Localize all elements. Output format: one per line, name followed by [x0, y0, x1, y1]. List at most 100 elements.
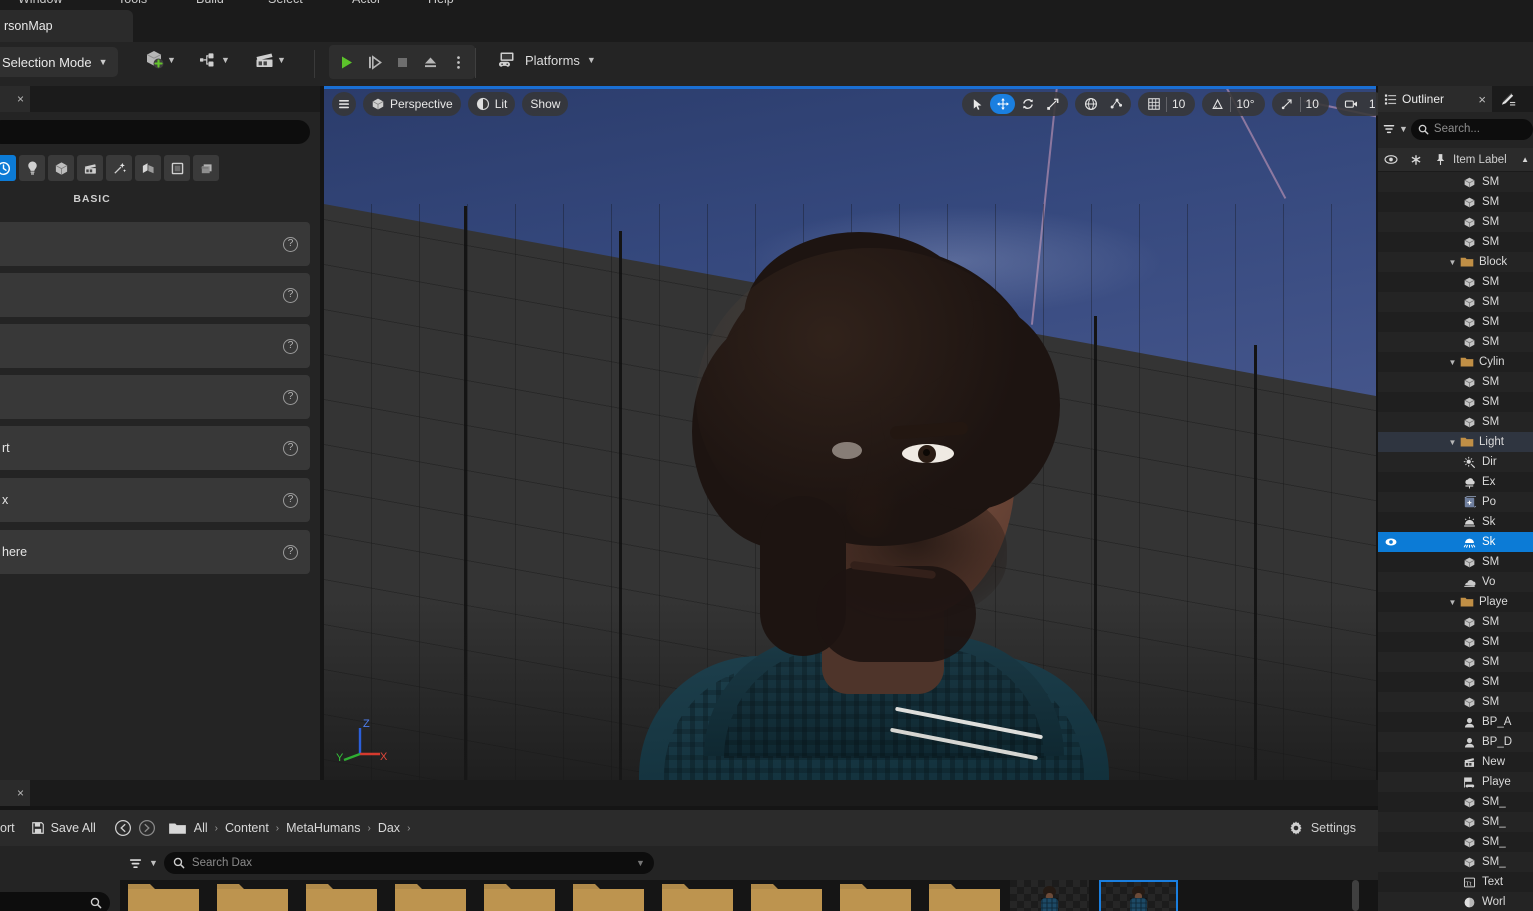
menu-item-tools[interactable]: Tools	[118, 0, 147, 6]
outliner-row[interactable]: Sk	[1378, 532, 1533, 552]
platforms-dropdown[interactable]: Platforms ▼	[494, 48, 596, 72]
outliner-row[interactable]: SM_	[1378, 852, 1533, 872]
outliner-row[interactable]: BP_A	[1378, 712, 1533, 732]
close-icon[interactable]: ×	[17, 786, 24, 800]
outliner-row[interactable]: ▼ Playe	[1378, 592, 1533, 612]
hamburger-icon[interactable]	[332, 92, 356, 116]
menu-item-actor[interactable]: Actor	[352, 0, 381, 6]
outliner-row[interactable]: BP_D	[1378, 732, 1533, 752]
breadcrumb-metahumans[interactable]: MetaHumans	[279, 821, 367, 835]
outliner-row[interactable]: SM	[1378, 212, 1533, 232]
scale-snap-value[interactable]: 10	[1301, 97, 1326, 111]
folder-thumbnail[interactable]	[921, 880, 1000, 911]
visibility-column-icon[interactable]	[1378, 154, 1403, 165]
metahuman-asset-thumbnail[interactable]	[1099, 880, 1178, 911]
scale-snap-icon[interactable]	[1275, 94, 1300, 114]
folder-thumbnail[interactable]	[387, 880, 466, 911]
outliner-row[interactable]: SM	[1378, 232, 1533, 252]
recently-placed-icon[interactable]	[0, 155, 16, 181]
filter-icon[interactable]	[1382, 122, 1396, 136]
volumes-icon[interactable]	[164, 155, 190, 181]
place-item-5[interactable]: x ?	[0, 478, 310, 522]
outliner-row[interactable]: ▼ Cylin	[1378, 352, 1533, 372]
view-mode-dropdown[interactable]: Lit	[467, 92, 516, 116]
filter-icon[interactable]	[128, 856, 143, 871]
outliner-row[interactable]: SM	[1378, 272, 1533, 292]
menu-item-select[interactable]: Select	[268, 0, 303, 6]
play-more-options-button[interactable]	[445, 48, 471, 76]
close-icon[interactable]: ×	[17, 92, 24, 106]
forward-button[interactable]	[138, 819, 156, 837]
breadcrumb-dax[interactable]: Dax	[371, 821, 407, 835]
outliner-search-input[interactable]: Search...	[1410, 118, 1533, 140]
grid-snap-value[interactable]: 10	[1167, 97, 1192, 111]
menu-item-help[interactable]: Help	[428, 0, 454, 6]
outliner-row[interactable]: SM	[1378, 692, 1533, 712]
outliner-row[interactable]: SM	[1378, 292, 1533, 312]
angle-snap-value[interactable]: 10°	[1231, 97, 1261, 111]
outliner-row[interactable]: SM	[1378, 412, 1533, 432]
menu-item-build[interactable]: Build	[196, 0, 224, 6]
outliner-row[interactable]: SM	[1378, 332, 1533, 352]
tab-details[interactable]	[1494, 86, 1533, 112]
outliner-row[interactable]: SM	[1378, 392, 1533, 412]
metahuman-asset-thumbnail[interactable]	[1010, 880, 1089, 911]
outliner-row[interactable]: ▼ Block	[1378, 252, 1533, 272]
lights-icon[interactable]	[19, 155, 45, 181]
help-icon[interactable]: ?	[283, 492, 298, 508]
chevron-down-icon[interactable]: ▼	[636, 858, 645, 868]
help-icon[interactable]: ?	[283, 287, 298, 303]
show-flags-dropdown[interactable]: Show	[522, 92, 569, 116]
tab-third-person-map[interactable]: rsonMap	[0, 10, 133, 42]
outliner-row[interactable]: Dir	[1378, 452, 1533, 472]
outliner-row[interactable]: SM	[1378, 312, 1533, 332]
outliner-tree[interactable]: SM SM SM SM ▼ Block SM SM SM SM ▼ Cylin SM SM SM ▼ Light…	[1378, 172, 1533, 911]
folder-thumbnail[interactable]	[298, 880, 377, 911]
back-button[interactable]	[114, 819, 132, 837]
outliner-row[interactable]: SM	[1378, 192, 1533, 212]
place-item-2[interactable]: ?	[0, 324, 310, 368]
stop-button[interactable]	[389, 48, 415, 76]
blueprints-dropdown[interactable]: ▼	[197, 48, 230, 72]
place-actors-tab[interactable]: ×	[0, 86, 30, 112]
world-coordinate-icon[interactable]	[1078, 94, 1103, 114]
folder-thumbnail[interactable]	[565, 880, 644, 911]
level-viewport[interactable]: Z X Y	[324, 86, 1376, 780]
expand-collapse-arrow-icon[interactable]: ▼	[1447, 258, 1458, 267]
sources-search-input-2[interactable]	[0, 892, 110, 911]
close-icon[interactable]: ×	[1478, 92, 1486, 107]
place-item-0[interactable]: ?	[0, 222, 310, 266]
save-all-button[interactable]: Save All	[31, 821, 96, 835]
outliner-row[interactable]: Playe	[1378, 772, 1533, 792]
help-icon[interactable]: ?	[283, 338, 298, 354]
add-actor-dropdown[interactable]: ▼	[143, 48, 176, 72]
outliner-row[interactable]: SM	[1378, 552, 1533, 572]
outliner-row[interactable]: ▼ Light	[1378, 432, 1533, 452]
skip-button[interactable]	[361, 48, 387, 76]
folder-thumbnail[interactable]	[743, 880, 822, 911]
breadcrumb-separator[interactable]: ›	[407, 823, 410, 834]
expand-collapse-arrow-icon[interactable]: ▼	[1447, 358, 1458, 367]
outliner-row[interactable]: SM_	[1378, 792, 1533, 812]
content-browser-asset-grid[interactable]	[120, 880, 1360, 911]
visual-effects-icon[interactable]	[106, 155, 132, 181]
angle-snap-icon[interactable]	[1205, 94, 1230, 114]
breadcrumb-all[interactable]: All	[187, 821, 215, 835]
outliner-row[interactable]: SM	[1378, 652, 1533, 672]
rotate-tool-button[interactable]	[1015, 94, 1040, 114]
menu-item-window[interactable]: Window	[18, 0, 62, 6]
outliner-row[interactable]: SM	[1378, 672, 1533, 692]
folder-thumbnail[interactable]	[476, 880, 555, 911]
outliner-row[interactable]: SM	[1378, 372, 1533, 392]
all-classes-icon[interactable]	[193, 155, 219, 181]
outliner-row[interactable]: Po	[1378, 492, 1533, 512]
sort-ascending-icon[interactable]: ▲	[1521, 155, 1533, 164]
expand-collapse-arrow-icon[interactable]: ▼	[1447, 438, 1458, 447]
help-icon[interactable]: ?	[283, 544, 298, 560]
settings-button[interactable]: Settings	[1288, 820, 1356, 836]
expand-collapse-arrow-icon[interactable]: ▼	[1447, 598, 1458, 607]
outliner-row[interactable]: SM	[1378, 172, 1533, 192]
outliner-row[interactable]: Vo	[1378, 572, 1533, 592]
surface-snap-icon[interactable]	[1103, 94, 1128, 114]
folder-thumbnail[interactable]	[832, 880, 911, 911]
